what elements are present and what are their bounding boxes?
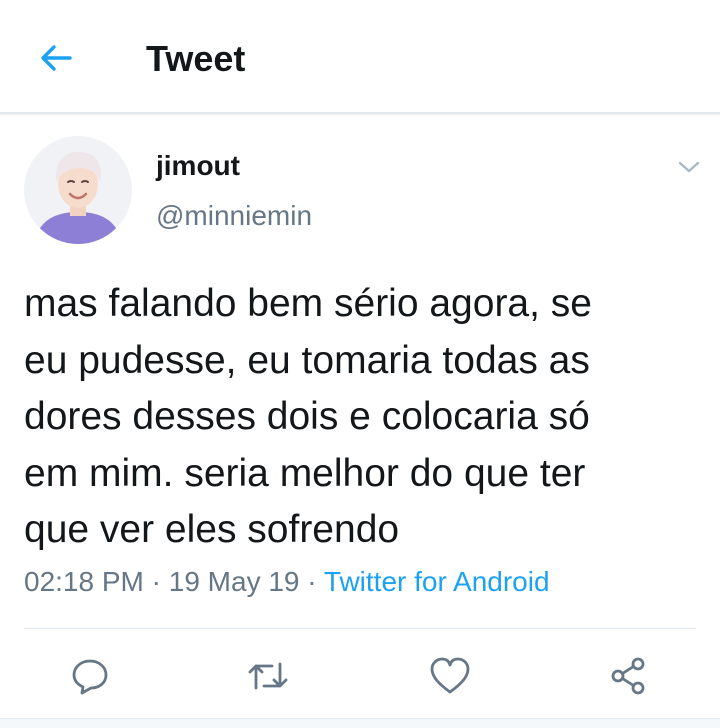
chevron-down-icon <box>678 161 700 173</box>
tweet-text: mas falando bem sério agora, se eu pudes… <box>24 282 592 551</box>
like-icon <box>430 657 470 694</box>
author-display-name[interactable]: jimout <box>156 150 240 182</box>
share-icon <box>611 657 645 695</box>
top-bar: Tweet <box>0 0 720 114</box>
author-handle[interactable]: @minniemin <box>156 200 312 232</box>
meta-separator: · <box>299 566 324 597</box>
action-bar <box>0 648 720 704</box>
reply-button[interactable] <box>68 654 112 698</box>
tweet-metadata: 02:18 PM · 19 May 19 · Twitter for Andro… <box>24 566 550 598</box>
divider <box>24 628 696 629</box>
arrow-left-icon <box>41 45 72 71</box>
meta-separator: · <box>143 566 169 597</box>
tweet-source-link[interactable]: Twitter for Android <box>324 566 550 597</box>
more-options-button[interactable] <box>672 150 706 184</box>
reply-icon <box>72 659 108 695</box>
tweet-time: 02:18 PM <box>24 566 144 597</box>
avatar[interactable] <box>24 136 132 244</box>
retweet-button[interactable] <box>246 654 290 698</box>
back-button[interactable] <box>32 34 80 82</box>
tweet-date: 19 May 19 <box>168 566 300 597</box>
share-button[interactable] <box>606 654 650 698</box>
page-title: Tweet <box>146 38 246 79</box>
like-button[interactable] <box>428 654 472 698</box>
retweet-icon <box>248 662 288 690</box>
